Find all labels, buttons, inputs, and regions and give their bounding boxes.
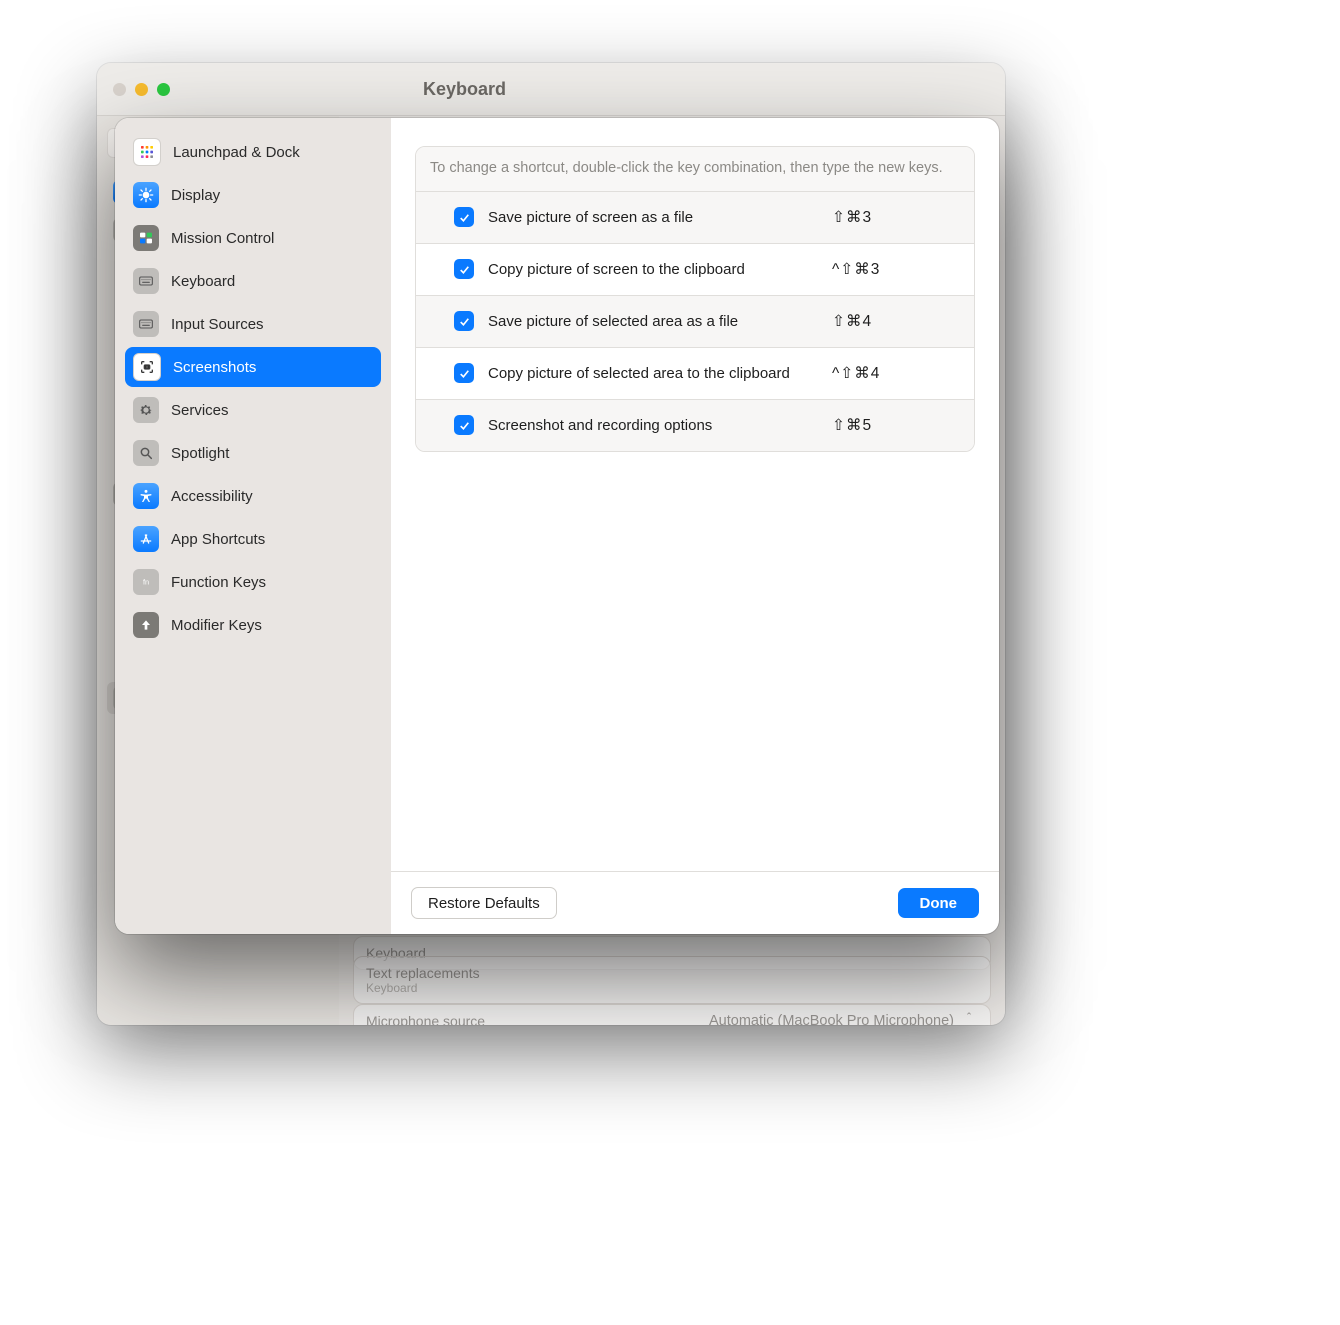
shortcut-row[interactable]: Copy picture of selected area to the cli…	[416, 347, 974, 399]
sidebar-item-modifierkeys[interactable]: Modifier Keys	[125, 605, 381, 645]
setting-row-value[interactable]: Automatic (MacBook Pro Microphone)	[709, 1013, 954, 1025]
category-sidebar: Launchpad & Dock Display Mission Control Ke…	[115, 118, 391, 934]
shortcut-row[interactable]: Save picture of selected area as a file ⇧…	[416, 295, 974, 347]
setting-row-label: Text replacements	[366, 965, 978, 981]
keyboard-icon	[133, 268, 159, 294]
sidebar-item-services[interactable]: Services	[125, 390, 381, 430]
shortcut-label: Save picture of selected area as a file	[488, 313, 818, 330]
sidebar-item-mission[interactable]: Mission Control	[125, 218, 381, 258]
checkbox[interactable]	[454, 415, 474, 435]
sidebar-item-label: Launchpad & Dock	[173, 144, 300, 161]
sidebar-item-appshortcuts[interactable]: App Shortcuts	[125, 519, 381, 559]
gear-icon	[133, 397, 159, 423]
checkbox[interactable]	[454, 311, 474, 331]
up-icon	[133, 612, 159, 638]
accessibility-icon	[133, 483, 159, 509]
minimize-icon[interactable]	[135, 83, 148, 96]
shortcut-keys[interactable]: ⇧⌘5	[832, 416, 872, 435]
sidebar-item-label: Display	[171, 187, 220, 204]
sidebar-item-display[interactable]: Display	[125, 175, 381, 215]
sidebar-item-label: Accessibility	[171, 488, 253, 505]
close-icon[interactable]	[113, 83, 126, 96]
stepper-icon[interactable]: ⌃⌄	[960, 1011, 978, 1025]
sidebar-item-launchpad[interactable]: Launchpad & Dock	[125, 132, 381, 172]
appstore-icon	[133, 526, 159, 552]
shortcut-keys[interactable]: ^⇧⌘4	[832, 364, 880, 383]
shortcut-label: Copy picture of selected area to the cli…	[488, 365, 818, 382]
camera-icon	[133, 353, 161, 381]
shortcut-keys[interactable]: ⇧⌘3	[832, 208, 872, 227]
sidebar-item-label: Keyboard	[171, 273, 235, 290]
sidebar-item-accessibility[interactable]: Accessibility	[125, 476, 381, 516]
keyboard-icon	[133, 311, 159, 337]
shortcut-panel: To change a shortcut, double-click the k…	[415, 146, 975, 452]
svg-text:fn: fn	[143, 578, 149, 587]
shortcut-row[interactable]: Screenshot and recording options ⇧⌘5	[416, 399, 974, 451]
sidebar-item-inputsources[interactable]: Input Sources	[125, 304, 381, 344]
sidebar-item-label: Spotlight	[171, 445, 229, 462]
shortcuts-sheet: Launchpad & Dock Display Mission Control Ke…	[115, 118, 999, 934]
fn-icon: fn	[133, 569, 159, 595]
done-button[interactable]: Done	[898, 888, 980, 918]
checkbox[interactable]	[454, 363, 474, 383]
sidebar-item-functionkeys[interactable]: fn Function Keys	[125, 562, 381, 602]
titlebar: Keyboard	[97, 63, 1005, 116]
shortcut-row[interactable]: Save picture of screen as a file ⇧⌘3	[416, 191, 974, 243]
shortcut-keys[interactable]: ⇧⌘4	[832, 312, 872, 331]
setting-row-sub: Keyboard	[366, 981, 978, 995]
restore-defaults-button[interactable]: Restore Defaults	[411, 887, 557, 919]
sidebar-item-label: Input Sources	[171, 316, 264, 333]
sidebar-item-label: Services	[171, 402, 229, 419]
page-title: Keyboard	[423, 79, 506, 100]
grid-icon	[133, 138, 161, 166]
sidebar-item-label: Mission Control	[171, 230, 274, 247]
checkbox[interactable]	[454, 207, 474, 227]
sidebar-item-keyboard[interactable]: Keyboard	[125, 261, 381, 301]
search-icon	[133, 440, 159, 466]
sidebar-item-label: Modifier Keys	[171, 617, 262, 634]
sidebar-item-label: Screenshots	[173, 359, 256, 376]
panel-note: To change a shortcut, double-click the k…	[416, 147, 974, 191]
shortcut-keys[interactable]: ^⇧⌘3	[832, 260, 880, 279]
mission-icon	[133, 225, 159, 251]
sun-icon	[133, 182, 159, 208]
sidebar-item-label: Function Keys	[171, 574, 266, 591]
sidebar-item-spotlight[interactable]: Spotlight	[125, 433, 381, 473]
shortcut-label: Copy picture of screen to the clipboard	[488, 261, 818, 278]
sidebar-item-screenshots[interactable]: Screenshots	[125, 347, 381, 387]
maximize-icon[interactable]	[157, 83, 170, 96]
sheet-footer: Restore Defaults Done	[391, 871, 999, 934]
shortcut-row[interactable]: Copy picture of screen to the clipboard ^…	[416, 243, 974, 295]
sidebar-item-label: App Shortcuts	[171, 531, 265, 548]
checkbox[interactable]	[454, 259, 474, 279]
shortcut-label: Save picture of screen as a file	[488, 209, 818, 226]
traffic-lights	[113, 83, 170, 96]
shortcut-label: Screenshot and recording options	[488, 417, 818, 434]
